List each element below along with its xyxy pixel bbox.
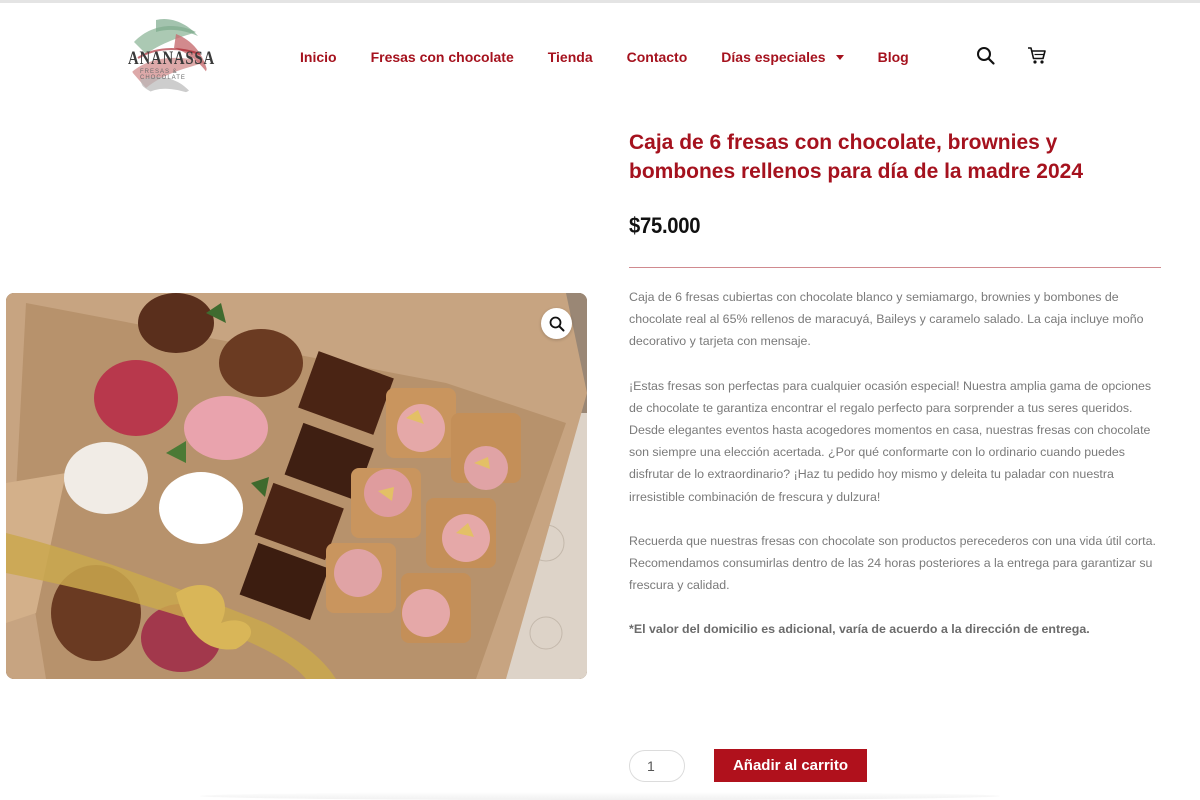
nav-item-dias-especiales-label: Días especiales xyxy=(721,49,826,65)
logo-tagline: FRESAS & CHOCOLATE xyxy=(140,69,186,81)
product-photo xyxy=(6,293,587,679)
nav-item-blog[interactable]: Blog xyxy=(878,49,909,65)
chevron-down-icon[interactable] xyxy=(835,54,844,60)
delivery-note: *El valor del domicilio es adicional, va… xyxy=(629,622,1090,637)
search-icon[interactable] xyxy=(976,46,996,66)
nav-item-inicio[interactable]: Inicio xyxy=(300,49,337,65)
nav-item-fresas-con-chocolate[interactable]: Fresas con chocolate xyxy=(371,49,514,65)
add-to-cart-button[interactable]: Añadir al carrito xyxy=(714,749,867,782)
brand-logo[interactable]: ANANASSA FRESAS & CHOCOLATE xyxy=(126,14,215,98)
summary-divider xyxy=(629,267,1161,268)
top-border xyxy=(0,0,1200,3)
product-price: $75.000 xyxy=(629,213,701,238)
description-paragraph: ¡Estas fresas son perfectas para cualqui… xyxy=(629,378,1152,504)
nav-item-dias-especiales[interactable]: Días especiales xyxy=(721,49,844,65)
zoom-icon xyxy=(549,316,564,331)
quantity-input[interactable] xyxy=(629,750,685,782)
product-image[interactable] xyxy=(6,293,587,679)
nav-item-contacto[interactable]: Contacto xyxy=(627,49,688,65)
nav-item-tienda[interactable]: Tienda xyxy=(548,49,593,65)
product-description: Caja de 6 fresas cubiertas con chocolate… xyxy=(629,286,1161,663)
cart-icon[interactable] xyxy=(1027,46,1047,66)
main-nav: Inicio Fresas con chocolate Tienda Conta… xyxy=(300,47,943,67)
bottom-shadow xyxy=(200,792,1000,800)
description-paragraph: Caja de 6 fresas cubiertas con chocolate… xyxy=(629,290,1144,349)
logo-wordmark: ANANASSA xyxy=(128,48,215,69)
description-paragraph: Recuerda que nuestras fresas con chocola… xyxy=(629,533,1156,593)
product-title: Caja de 6 fresas con chocolate, brownies… xyxy=(629,131,1084,183)
zoom-button[interactable] xyxy=(541,308,572,339)
